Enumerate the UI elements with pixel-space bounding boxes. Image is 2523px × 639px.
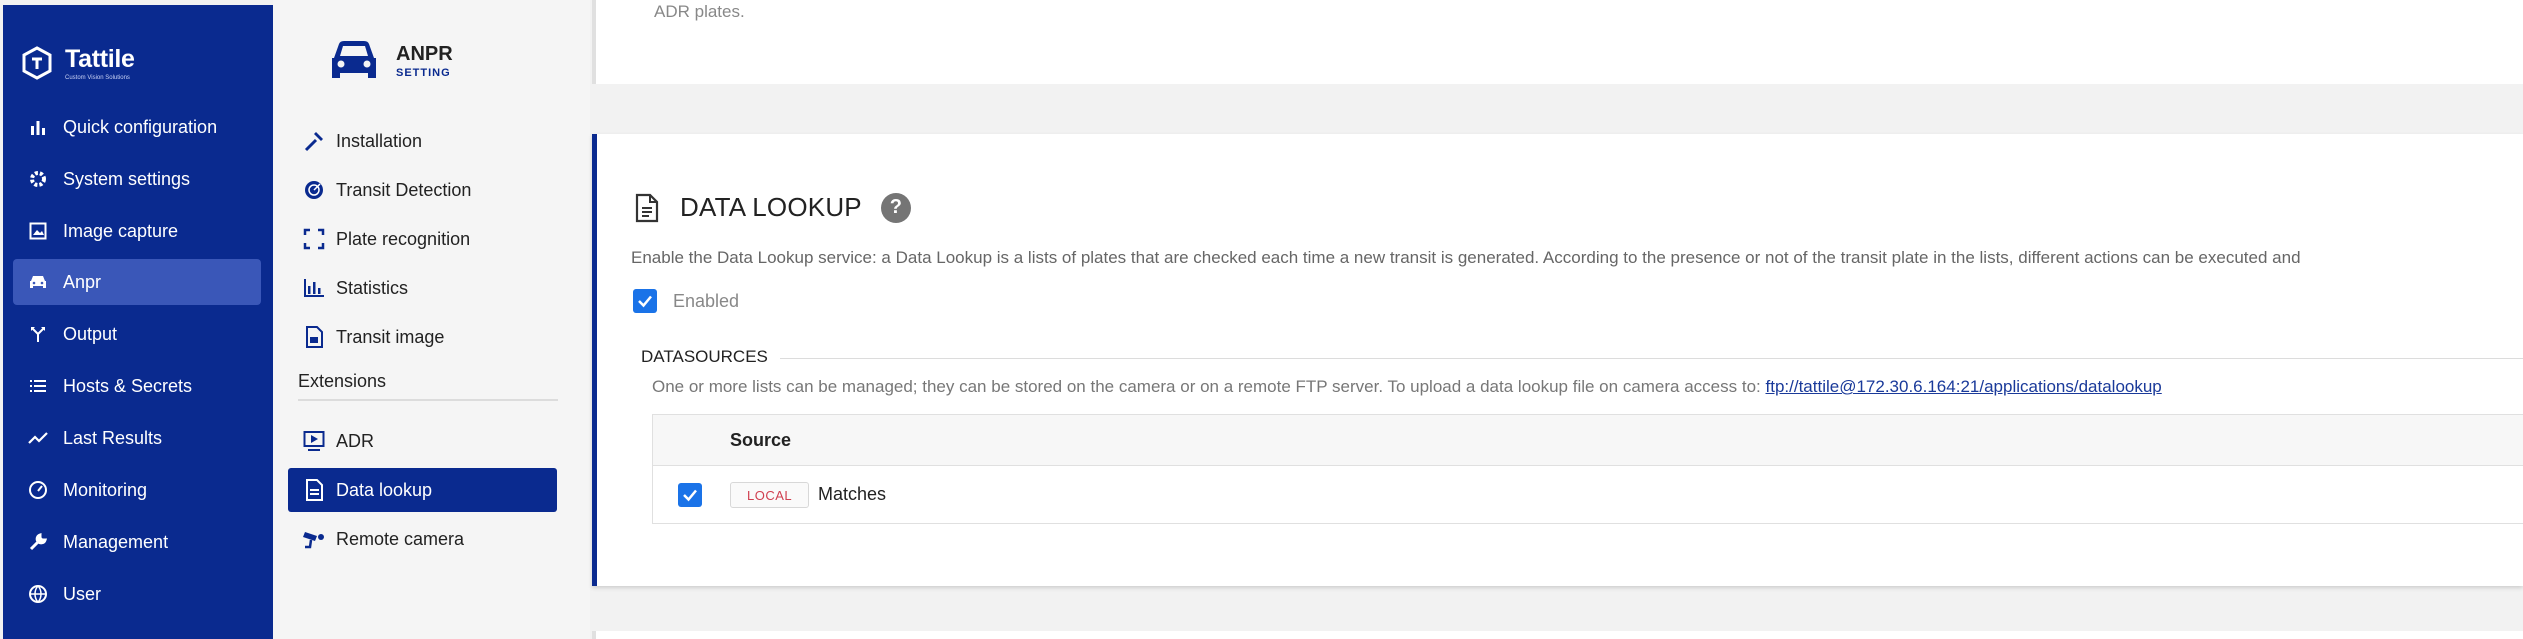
nav-item-quick-configuration[interactable]: Quick configuration xyxy=(13,104,261,150)
anpr-title: ANPR xyxy=(396,43,453,65)
previous-card: ADR plates. xyxy=(592,0,2523,84)
local-chip: LOCAL xyxy=(730,482,810,508)
datasources-table: Source LOCAL Matches xyxy=(652,414,2523,524)
menu-item-statistics[interactable]: Statistics xyxy=(288,266,557,310)
datasources-description-text: One or more lists can be managed; they c… xyxy=(652,377,1761,396)
camera-icon xyxy=(302,527,326,551)
menu-item-remote-camera[interactable]: Remote camera xyxy=(288,517,557,561)
menu-label: Statistics xyxy=(336,277,409,298)
car-icon xyxy=(25,269,51,295)
menu-item-transit-detection[interactable]: Transit Detection xyxy=(288,168,557,212)
menu-label: ADR xyxy=(336,430,375,451)
table-row[interactable]: LOCAL Matches xyxy=(653,466,2523,524)
menu-item-adr[interactable]: ADR xyxy=(288,419,557,463)
trend-line-icon xyxy=(25,425,51,451)
anpr-header: ANPR SETTING xyxy=(328,38,453,84)
left-nav: Tattile Custom Vision Solutions Quick co… xyxy=(3,5,273,639)
nav-item-user[interactable]: User xyxy=(13,571,261,617)
source-column-header[interactable]: Source xyxy=(730,430,791,451)
nav-item-system-settings[interactable]: System settings xyxy=(13,156,261,202)
hammer-icon xyxy=(302,129,326,153)
menu-item-transit-image[interactable]: Transit image xyxy=(288,315,557,359)
nav-label: Image capture xyxy=(63,220,179,241)
table-header: Source xyxy=(653,415,2523,466)
nav-item-management[interactable]: Management xyxy=(13,519,261,565)
nav-label: System settings xyxy=(63,168,191,189)
main-content[interactable]: ADR plates. DATA LOOKUP ? Enable the Dat… xyxy=(590,0,2523,639)
nav-item-monitoring[interactable]: Monitoring xyxy=(13,467,261,513)
datasources-description: One or more lists can be managed; they c… xyxy=(652,377,2162,397)
document-icon xyxy=(302,478,326,502)
focus-frame-icon xyxy=(302,227,326,251)
statistics-icon xyxy=(302,276,326,300)
app-root: Tattile Custom Vision Solutions Quick co… xyxy=(0,0,2523,639)
radar-icon xyxy=(302,178,326,202)
datasource-name: Matches xyxy=(818,484,887,504)
enabled-checkbox[interactable] xyxy=(633,289,657,313)
image-icon xyxy=(25,218,51,244)
ftp-link[interactable]: ftp://tattile@172.30.6.164:21/applicatio… xyxy=(1766,377,2162,396)
nav-item-hosts-secrets[interactable]: Hosts & Secrets xyxy=(13,363,261,409)
row-checkbox[interactable] xyxy=(678,483,702,507)
nav-item-anpr[interactable]: Anpr xyxy=(13,259,261,305)
brand[interactable]: Tattile Custom Vision Solutions xyxy=(19,45,135,81)
brand-name: Tattile xyxy=(65,45,135,73)
nav-item-last-results[interactable]: Last Results xyxy=(13,415,261,461)
nav-label: Hosts & Secrets xyxy=(63,375,193,396)
extensions-heading: Extensions xyxy=(298,371,387,391)
car-front-icon xyxy=(332,41,376,78)
data-lookup-description: Enable the Data Lookup service: a Data L… xyxy=(631,248,2301,267)
check-icon xyxy=(683,489,697,502)
document-image-icon xyxy=(302,325,326,349)
tattile-logo-icon xyxy=(22,46,52,80)
next-card xyxy=(592,631,2523,639)
menu-item-plate-recognition[interactable]: Plate recognition xyxy=(288,217,557,261)
nav-item-output[interactable]: Output xyxy=(13,311,261,357)
nav-label: Anpr xyxy=(63,271,102,292)
document-icon xyxy=(635,193,659,222)
menu-label: Transit image xyxy=(336,326,445,347)
anpr-settings-menu: ANPR SETTING Installation Transit Detect… xyxy=(273,0,590,639)
list-icon xyxy=(25,373,51,399)
menu-item-installation[interactable]: Installation xyxy=(288,119,557,163)
enabled-checkbox-row[interactable]: Enabled xyxy=(633,289,739,313)
nav-label: User xyxy=(63,583,102,604)
extensions-divider xyxy=(298,399,558,401)
enabled-label: Enabled xyxy=(673,290,740,311)
nav-label: Monitoring xyxy=(63,479,148,500)
check-icon xyxy=(638,295,652,308)
play-screen-icon xyxy=(302,429,326,453)
previous-card-text: ADR plates. xyxy=(654,2,745,21)
menu-label: Remote camera xyxy=(336,528,465,549)
brand-tagline: Custom Vision Solutions xyxy=(65,75,130,81)
help-icon[interactable]: ? xyxy=(880,192,911,223)
data-lookup-header: DATA LOOKUP ? xyxy=(634,192,911,223)
menu-item-data-lookup[interactable]: Data lookup xyxy=(288,468,557,512)
bar-chart-icon xyxy=(25,114,51,140)
nav-label: Quick configuration xyxy=(63,116,218,137)
nav-item-image-capture[interactable]: Image capture xyxy=(13,208,261,254)
menu-label: Plate recognition xyxy=(336,228,471,249)
data-lookup-title: DATA LOOKUP xyxy=(680,192,862,222)
menu-label: Installation xyxy=(336,130,423,151)
gauge-icon xyxy=(25,477,51,503)
nav-label: Last Results xyxy=(63,427,163,448)
data-lookup-card: DATA LOOKUP ? Enable the Data Lookup ser… xyxy=(592,134,2523,586)
wrench-icon xyxy=(25,529,51,555)
anpr-subtitle: SETTING xyxy=(396,67,451,79)
datasources-divider xyxy=(641,358,2523,359)
menu-label: Transit Detection xyxy=(336,179,472,200)
gear-icon xyxy=(25,166,51,192)
menu-label: Data lookup xyxy=(336,479,433,500)
nav-label: Management xyxy=(63,531,169,552)
nav-label: Output xyxy=(63,323,118,344)
datasources-legend: DATASOURCES xyxy=(641,347,780,367)
globe-icon xyxy=(25,581,51,607)
split-arrow-icon xyxy=(25,321,51,347)
